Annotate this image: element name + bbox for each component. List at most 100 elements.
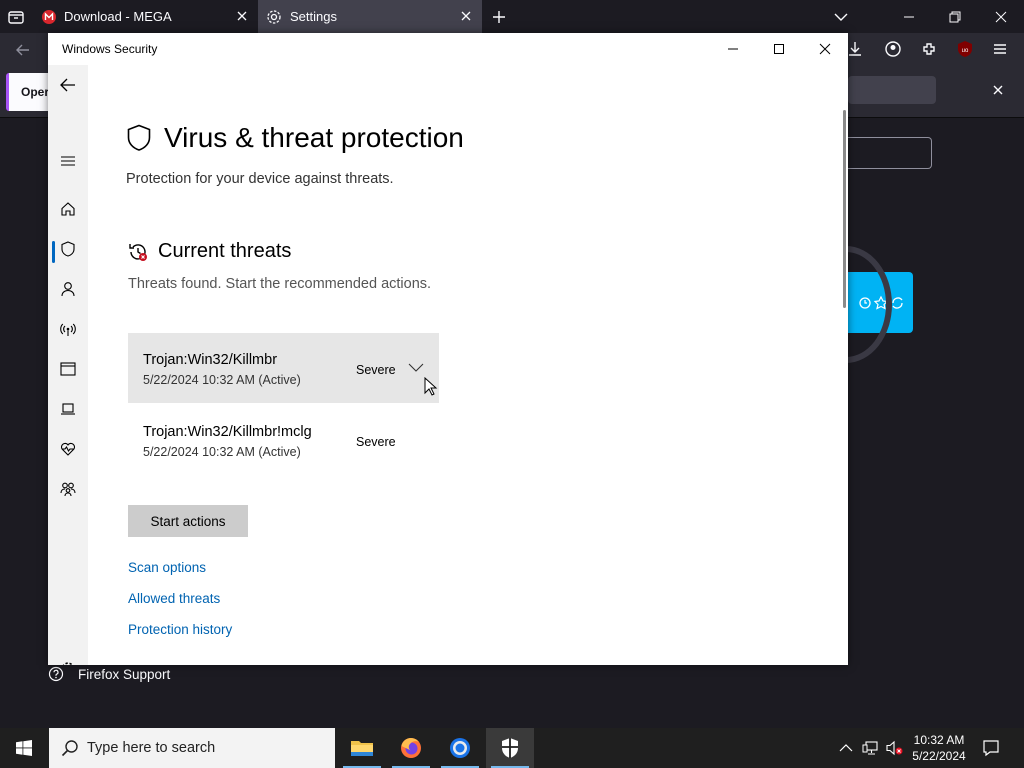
volume-muted-icon[interactable] (886, 740, 904, 756)
open-label: Oper (21, 85, 50, 99)
close-icon[interactable] (990, 82, 1006, 98)
taskbar: Type here to search 10:32 AM 5/22/2024 (0, 728, 1024, 768)
close-icon[interactable] (458, 8, 474, 24)
tab-settings[interactable]: Settings (258, 0, 482, 33)
tab-label: Download - MEGA (64, 9, 172, 24)
gear-icon (266, 9, 282, 25)
ublock-icon[interactable]: uo (956, 40, 974, 58)
notification-center-icon[interactable] (982, 739, 1000, 757)
firefox-icon (401, 738, 421, 758)
app-browser-icon (60, 362, 76, 376)
taskbar-search[interactable]: Type here to search (49, 728, 335, 768)
back-button[interactable] (48, 65, 88, 105)
back-icon (60, 78, 75, 92)
chevron-up-icon[interactable] (838, 740, 854, 756)
menu-button[interactable] (48, 143, 88, 179)
mouse-cursor-icon (424, 377, 438, 397)
windows-security-window: Windows Security Virus & threat protecti… (48, 33, 848, 665)
nav-device-performance-health[interactable] (48, 431, 88, 467)
current-threats-header: Current threats (128, 240, 291, 263)
nav-app-browser-control[interactable] (48, 351, 88, 387)
threat-name: Trojan:Win32/Killmbr (143, 352, 278, 368)
minimize-button[interactable] (710, 33, 756, 65)
start-actions-button[interactable]: Start actions (128, 505, 248, 537)
close-button[interactable] (978, 0, 1024, 33)
nav-family-options[interactable] (48, 471, 88, 507)
network-icon[interactable] (862, 740, 880, 756)
home-icon (61, 202, 75, 216)
firefox-support-label: Firefox Support (78, 666, 171, 682)
page-header: Virus & threat protection (126, 122, 464, 154)
nav-settings[interactable] (48, 651, 88, 665)
nav-virus-threat-protection[interactable] (48, 231, 88, 267)
scan-options-link[interactable]: Scan options (128, 560, 206, 575)
close-button[interactable] (802, 33, 848, 65)
chevron-down-icon[interactable] (832, 8, 850, 26)
threat-item[interactable]: Trojan:Win32/Killmbr!mclg 5/22/2024 10:3… (128, 405, 439, 475)
close-icon[interactable] (234, 8, 250, 24)
content-pane: Virus & threat protection Protection for… (88, 65, 848, 665)
tab-list-icon[interactable] (6, 7, 26, 27)
hamburger-menu-icon[interactable] (991, 40, 1009, 58)
maximize-button[interactable] (756, 33, 802, 65)
threat-item[interactable]: Trojan:Win32/Killmbr 5/22/2024 10:32 AM … (128, 333, 439, 403)
search-placeholder: Type here to search (87, 740, 216, 756)
title-bar: Windows Security (48, 33, 848, 65)
threat-date: 5/22/2024 10:32 AM (Active) (143, 373, 301, 387)
threat-name: Trojan:Win32/Killmbr!mclg (143, 424, 312, 440)
file-explorer-button[interactable] (338, 728, 386, 768)
nav-device-security[interactable] (48, 391, 88, 427)
nav-account-protection[interactable] (48, 271, 88, 307)
download-icon[interactable] (846, 40, 864, 58)
chrome-icon (450, 738, 470, 758)
windows-logo-icon (16, 740, 32, 756)
security-shield-icon (502, 738, 518, 758)
threat-severity: Severe (356, 435, 396, 449)
minimize-button[interactable] (886, 0, 932, 33)
notification-field (848, 76, 936, 104)
page-title: Virus & threat protection (164, 122, 464, 153)
device-security-icon (61, 403, 75, 415)
restore-button[interactable] (932, 0, 978, 33)
tab-mega[interactable]: Download - MEGA (34, 0, 258, 33)
firewall-icon (60, 323, 76, 336)
help-icon (48, 666, 64, 682)
nav-firewall-network[interactable] (48, 311, 88, 347)
navigation-rail (48, 65, 88, 665)
firefox-support-link[interactable]: Firefox Support (48, 666, 170, 682)
windows-security-button[interactable] (486, 728, 534, 768)
chevron-down-icon[interactable] (408, 361, 424, 373)
settings-icon (62, 662, 74, 665)
account-icon[interactable] (884, 40, 902, 58)
clock-time: 10:32 AM (913, 733, 965, 747)
protection-history-link[interactable]: Protection history (128, 622, 232, 637)
firefox-button[interactable] (387, 728, 435, 768)
selected-indicator (52, 241, 55, 263)
browser-tab-bar: Download - MEGA Settings (0, 0, 1024, 33)
page-subtitle: Protection for your device against threa… (126, 171, 394, 187)
mega-icon (42, 9, 56, 24)
shield-icon (61, 241, 75, 257)
account-icon (61, 282, 75, 297)
back-icon[interactable] (14, 41, 32, 59)
search-icon (61, 739, 79, 757)
scrollbar[interactable] (843, 110, 846, 308)
threat-history-icon (129, 243, 147, 261)
menu-icon (61, 156, 75, 166)
clock-date: 5/22/2024 (912, 749, 966, 763)
chrome-button[interactable] (436, 728, 484, 768)
start-button[interactable] (0, 728, 48, 768)
window-title: Windows Security (62, 42, 158, 56)
extensions-icon[interactable] (920, 40, 938, 58)
nav-home[interactable] (48, 191, 88, 227)
new-tab-icon[interactable] (490, 8, 508, 26)
family-icon (60, 482, 76, 497)
allowed-threats-link[interactable]: Allowed threats (128, 591, 220, 606)
health-icon (60, 442, 76, 456)
folder-icon (351, 741, 373, 756)
search-field[interactable] (848, 137, 932, 169)
system-clock[interactable]: 10:32 AM 5/22/2024 (906, 732, 972, 764)
section-description: Threats found. Start the recommended act… (128, 276, 432, 292)
section-title: Current threats (158, 240, 292, 262)
shield-icon (127, 124, 151, 151)
